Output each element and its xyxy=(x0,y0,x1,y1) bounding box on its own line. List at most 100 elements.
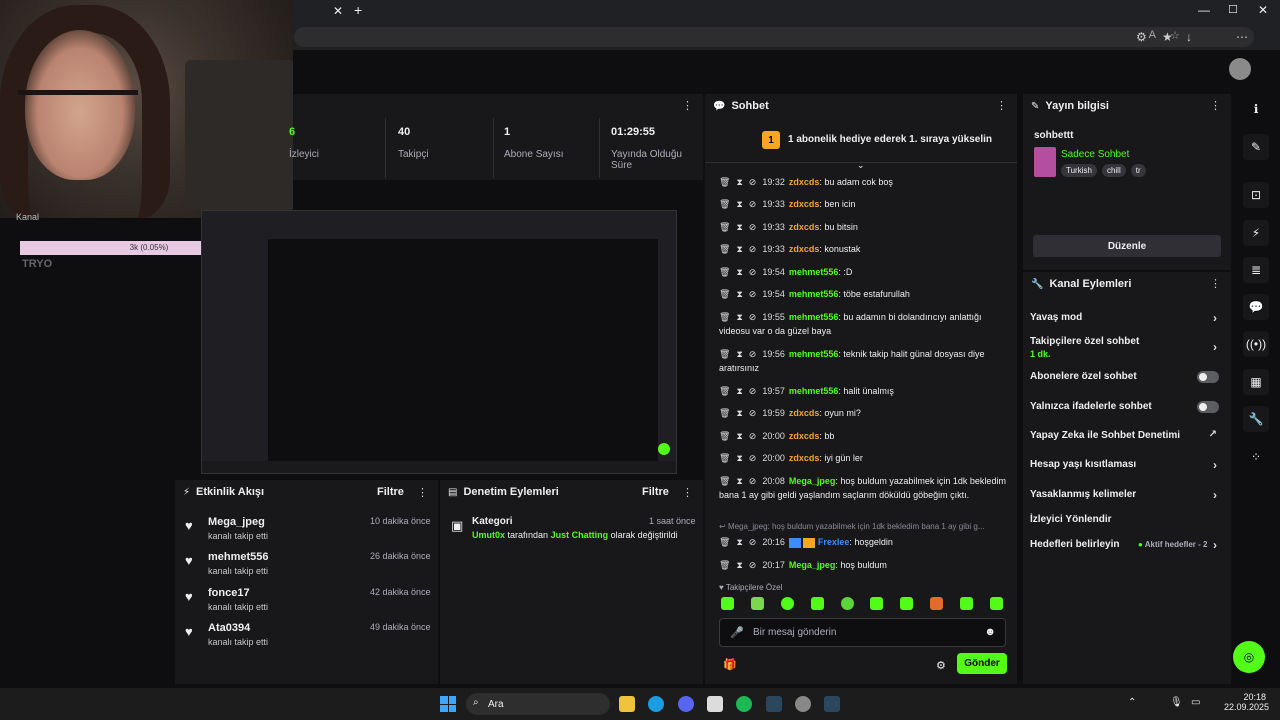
chevron-right-icon: › xyxy=(1213,488,1217,502)
file-explorer-icon[interactable] xyxy=(619,696,635,712)
emote-icon[interactable] xyxy=(870,597,884,610)
chat-header: 💬 Sohbet xyxy=(705,95,1017,117)
activity-filter-button[interactable]: Filtre xyxy=(377,486,404,498)
chat-input[interactable]: 🎤 Bir mesaj gönderin ☻ xyxy=(719,618,1006,647)
send-button[interactable]: Gönder xyxy=(957,653,1007,674)
goals-item[interactable]: Hedefleri belirleyin ● Aktif hedefler - 2… xyxy=(1030,538,1225,552)
emote-icon[interactable] xyxy=(810,597,824,610)
tag[interactable]: chill xyxy=(1101,164,1126,177)
emoji-icon[interactable]: ☻ xyxy=(984,626,996,638)
moderation-filter-button[interactable]: Filtre xyxy=(642,486,669,498)
microphone-tray-icon[interactable]: 🎙 xyxy=(1170,697,1183,708)
extensions-icon[interactable]: ⚙ xyxy=(1136,30,1147,44)
moderation-menu-icon[interactable]: ⋮ xyxy=(682,486,693,499)
timeout-icon: ⧗ xyxy=(736,349,743,359)
favorites-icon[interactable]: ★ xyxy=(1162,30,1173,44)
preview-chat-icon xyxy=(658,443,670,455)
store-icon[interactable] xyxy=(707,696,723,712)
app-icon[interactable] xyxy=(795,696,811,712)
edge-icon[interactable] xyxy=(648,696,664,712)
stats-menu-icon[interactable]: ⋮ xyxy=(682,99,693,112)
edit-icon[interactable]: ✎ xyxy=(1243,134,1269,160)
close-window-icon[interactable]: ✕ xyxy=(1258,3,1268,17)
ban-icon: ⊘ xyxy=(748,199,757,209)
tool-icon[interactable]: 🔧 xyxy=(1243,406,1269,432)
list-icon[interactable]: ≣ xyxy=(1243,257,1269,283)
chat-menu-icon[interactable]: ⋮ xyxy=(996,99,1007,112)
tag[interactable]: Turkish xyxy=(1061,164,1097,177)
channel-actions-menu-icon[interactable]: ⋮ xyxy=(1210,277,1221,290)
emote-icon[interactable] xyxy=(960,597,973,610)
viewer-redirect-item[interactable]: İzleyici Yönlendir xyxy=(1030,514,1225,525)
download-icon[interactable]: ↓ xyxy=(1186,30,1192,44)
emote-icon[interactable] xyxy=(900,597,914,610)
chat-icon[interactable]: 💬 xyxy=(1243,294,1269,320)
user-avatar[interactable] xyxy=(1229,58,1251,80)
address-field[interactable]: A ☆ xyxy=(294,27,1254,47)
pinned-collapse-icon[interactable]: ⌄ xyxy=(857,160,865,171)
maximize-icon[interactable]: ☐ xyxy=(1228,3,1238,16)
leaderboard-badge-icon: 1 xyxy=(762,131,780,149)
reply-icon: ↩ xyxy=(719,522,728,531)
emote-icon[interactable] xyxy=(930,597,944,610)
timeout-icon: ⧗ xyxy=(736,560,743,570)
stream-info-menu-icon[interactable]: ⋮ xyxy=(1210,99,1221,112)
emotes-only-toggle[interactable] xyxy=(1197,401,1219,413)
taskbar-search[interactable]: ⌕ Ara xyxy=(466,693,610,715)
edit-button[interactable]: Düzenle xyxy=(1033,235,1221,257)
tag[interactable]: tr xyxy=(1130,164,1146,177)
account-age-item[interactable]: Hesap yaşı kısıtlaması › xyxy=(1030,458,1225,472)
timeout-icon: ⧗ xyxy=(736,267,743,277)
discord-icon[interactable] xyxy=(678,696,694,712)
tray-chevron-icon[interactable]: ⌃ xyxy=(1128,697,1136,708)
chat-message: 🗑 ⧗ ⊘ 19:54 mehmet556: :D xyxy=(719,267,853,277)
timeout-icon: ⧗ xyxy=(736,476,743,486)
followers-only-item[interactable]: Takipçilere özel sohbet 1 dk. › xyxy=(1030,336,1225,359)
subscribers-only-toggle[interactable] xyxy=(1197,371,1219,383)
taskbar-clock[interactable]: 20:18 22.09.2025 xyxy=(1224,692,1269,712)
emote-icon[interactable] xyxy=(840,597,854,610)
category-name[interactable]: Sadece Sohbet xyxy=(1061,149,1129,160)
network-icon[interactable]: ▭ xyxy=(1191,697,1200,708)
spotify-icon[interactable] xyxy=(736,696,752,712)
gift-banner[interactable]: 1 abonelik hediye ederek 1. sıraya yükse… xyxy=(788,134,992,145)
channel-actions-title: Kanal Eylemleri xyxy=(1049,278,1132,290)
moderation-panel: ▤ Denetim Eylemleri Filtre ⋮ ▣ Kategori … xyxy=(440,480,703,684)
emote-icon[interactable] xyxy=(750,597,764,610)
banned-words-item[interactable]: Yasaklanmış kelimeler › xyxy=(1030,488,1225,502)
slow-mode-item[interactable]: Yavaş mod › xyxy=(1030,311,1225,325)
mod-icon[interactable]: ▦ xyxy=(1243,369,1269,395)
delete-icon: 🗑 xyxy=(719,177,731,187)
steam-icon[interactable] xyxy=(766,696,782,712)
gift-icon[interactable]: 🎁 xyxy=(723,658,737,671)
channel-actions-header: 🔧 Kanal Eylemleri xyxy=(1023,273,1231,295)
broadcast-icon[interactable]: ((•)) xyxy=(1243,331,1269,357)
more-icon[interactable]: ⋯ xyxy=(1236,30,1248,44)
support-icon[interactable]: ◎ xyxy=(1233,641,1265,673)
emote-icon[interactable] xyxy=(721,597,734,610)
chat-message: 🗑 ⧗ ⊘ 19:33 zdxcds: ben icin xyxy=(719,199,856,209)
ban-icon: ⊘ xyxy=(748,267,757,277)
read-aloud-icon[interactable]: A xyxy=(1149,29,1156,41)
windows-start-icon[interactable] xyxy=(440,696,456,712)
bolt-icon[interactable]: ⚡ xyxy=(1243,220,1269,246)
microphone-icon[interactable]: 🎤 xyxy=(730,626,744,639)
ai-moderation-item[interactable]: Yapay Zeka ile Sohbet Denetimi ↗ xyxy=(1030,429,1225,441)
stream-preview[interactable] xyxy=(201,210,677,474)
delete-icon: 🗑 xyxy=(719,199,731,209)
steam-icon[interactable] xyxy=(824,696,840,712)
new-tab-icon[interactable]: + xyxy=(354,2,362,18)
preview-taskbar xyxy=(202,461,676,473)
info-icon[interactable]: ℹ xyxy=(1243,96,1269,122)
chat-message: 🗑 ⧗ ⊘ 19:54 mehmet556: töbe estafurullah xyxy=(719,289,910,299)
emote-icon[interactable] xyxy=(989,597,1003,610)
camera-icon[interactable]: ⊡ xyxy=(1243,182,1269,208)
ban-icon: ⊘ xyxy=(748,177,757,187)
minimize-icon[interactable]: — xyxy=(1198,3,1210,17)
chat-settings-icon[interactable]: ⚙ xyxy=(936,659,946,672)
apps-icon[interactable]: ⁘ xyxy=(1243,444,1269,470)
close-tab-icon[interactable]: ✕ xyxy=(333,4,343,18)
activity-menu-icon[interactable]: ⋮ xyxy=(417,486,428,499)
emote-icon[interactable] xyxy=(780,597,794,610)
chat-input-placeholder: Bir mesaj gönderin xyxy=(753,627,837,638)
